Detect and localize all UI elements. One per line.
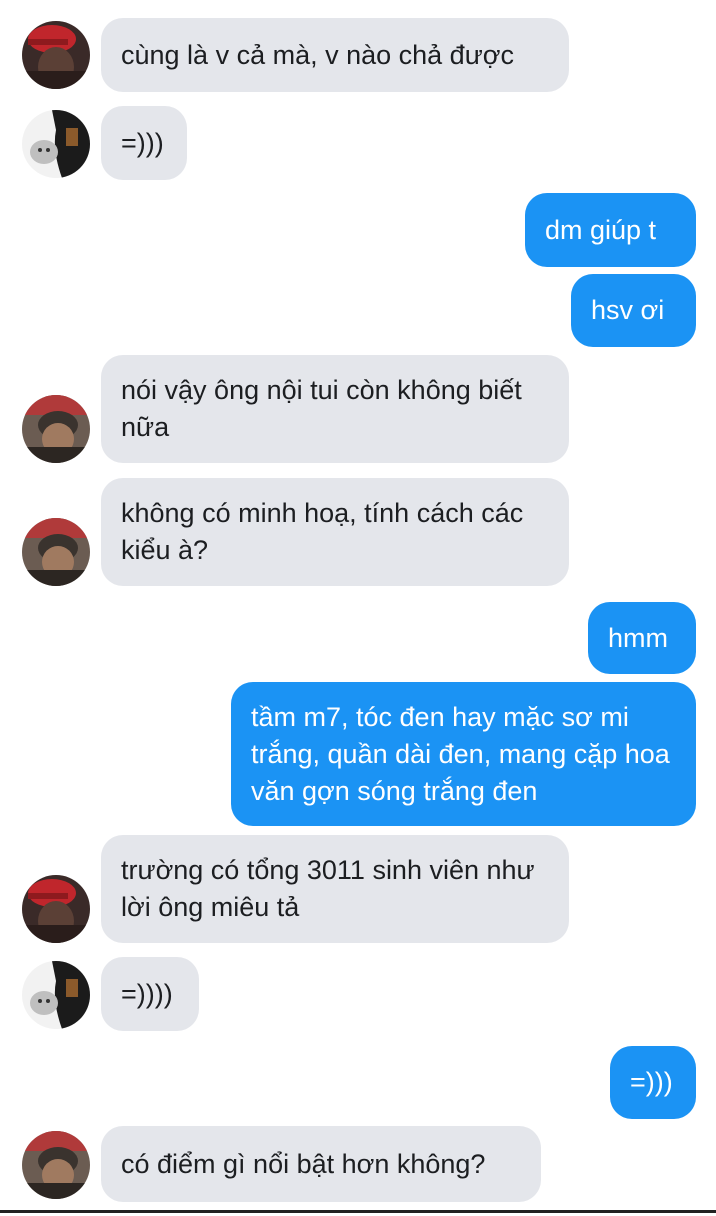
outgoing-message-bubble[interactable]: tầm m7, tóc đen hay mặc sơ mi trắng, quầ… xyxy=(231,682,696,826)
incoming-message-bubble[interactable]: =)))) xyxy=(101,957,199,1031)
outgoing-message-bubble[interactable]: =))) xyxy=(610,1046,696,1119)
incoming-message-bubble[interactable]: nói vậy ông nội tui còn không biết nữa xyxy=(101,355,569,463)
message-row: tầm m7, tóc đen hay mặc sơ mi trắng, quầ… xyxy=(0,682,716,826)
message-text: dm giúp t xyxy=(545,214,657,245)
outgoing-message-bubble[interactable]: dm giúp t xyxy=(525,193,696,267)
message-row: =))) xyxy=(0,106,716,180)
message-text: cùng là v cả mà, v nào chả được xyxy=(121,39,514,70)
incoming-message-bubble[interactable]: không có minh hoạ, tính cách các kiểu à? xyxy=(101,478,569,586)
message-row: hmm xyxy=(0,602,716,674)
message-row: nói vậy ông nội tui còn không biết nữa xyxy=(0,355,716,463)
message-row: dm giúp t xyxy=(0,193,716,267)
message-text: không có minh hoạ, tính cách các kiểu à? xyxy=(121,498,524,565)
message-text: tầm m7, tóc đen hay mặc sơ mi trắng, quầ… xyxy=(251,701,670,806)
avatar-cat[interactable] xyxy=(22,961,90,1029)
avatar-beanie[interactable] xyxy=(22,518,90,586)
divider xyxy=(0,1210,716,1213)
message-text: trường có tổng 3011 sinh viên như lời ôn… xyxy=(121,855,535,922)
incoming-message-bubble[interactable]: =))) xyxy=(101,106,187,180)
message-row: cùng là v cả mà, v nào chả được xyxy=(0,18,716,92)
incoming-message-bubble[interactable]: cùng là v cả mà, v nào chả được xyxy=(101,18,569,92)
message-row: =)))) xyxy=(0,957,716,1031)
message-row: hsv ơi xyxy=(0,274,716,347)
message-row: trường có tổng 3011 sinh viên như lời ôn… xyxy=(0,835,716,943)
message-row: không có minh hoạ, tính cách các kiểu à? xyxy=(0,478,716,586)
message-text: =)))) xyxy=(121,978,173,1009)
avatar-beanie[interactable] xyxy=(22,395,90,463)
message-text: hsv ơi xyxy=(591,295,665,325)
message-row: =))) xyxy=(0,1046,716,1119)
message-text: có điểm gì nổi bật hơn không? xyxy=(121,1148,486,1179)
avatar-red-cap[interactable] xyxy=(22,21,90,89)
message-row: có điểm gì nổi bật hơn không? xyxy=(0,1126,716,1202)
avatar-cat[interactable] xyxy=(22,110,90,178)
incoming-message-bubble[interactable]: trường có tổng 3011 sinh viên như lời ôn… xyxy=(101,835,569,943)
avatar-red-cap[interactable] xyxy=(22,875,90,943)
message-text: =))) xyxy=(630,1067,673,1097)
message-text: =))) xyxy=(121,127,164,158)
message-text: hmm xyxy=(608,622,668,653)
message-text: nói vậy ông nội tui còn không biết nữa xyxy=(121,375,522,442)
avatar-beanie[interactable] xyxy=(22,1131,90,1199)
outgoing-message-bubble[interactable]: hmm xyxy=(588,602,696,674)
outgoing-message-bubble[interactable]: hsv ơi xyxy=(571,274,696,347)
incoming-message-bubble[interactable]: có điểm gì nổi bật hơn không? xyxy=(101,1126,541,1202)
